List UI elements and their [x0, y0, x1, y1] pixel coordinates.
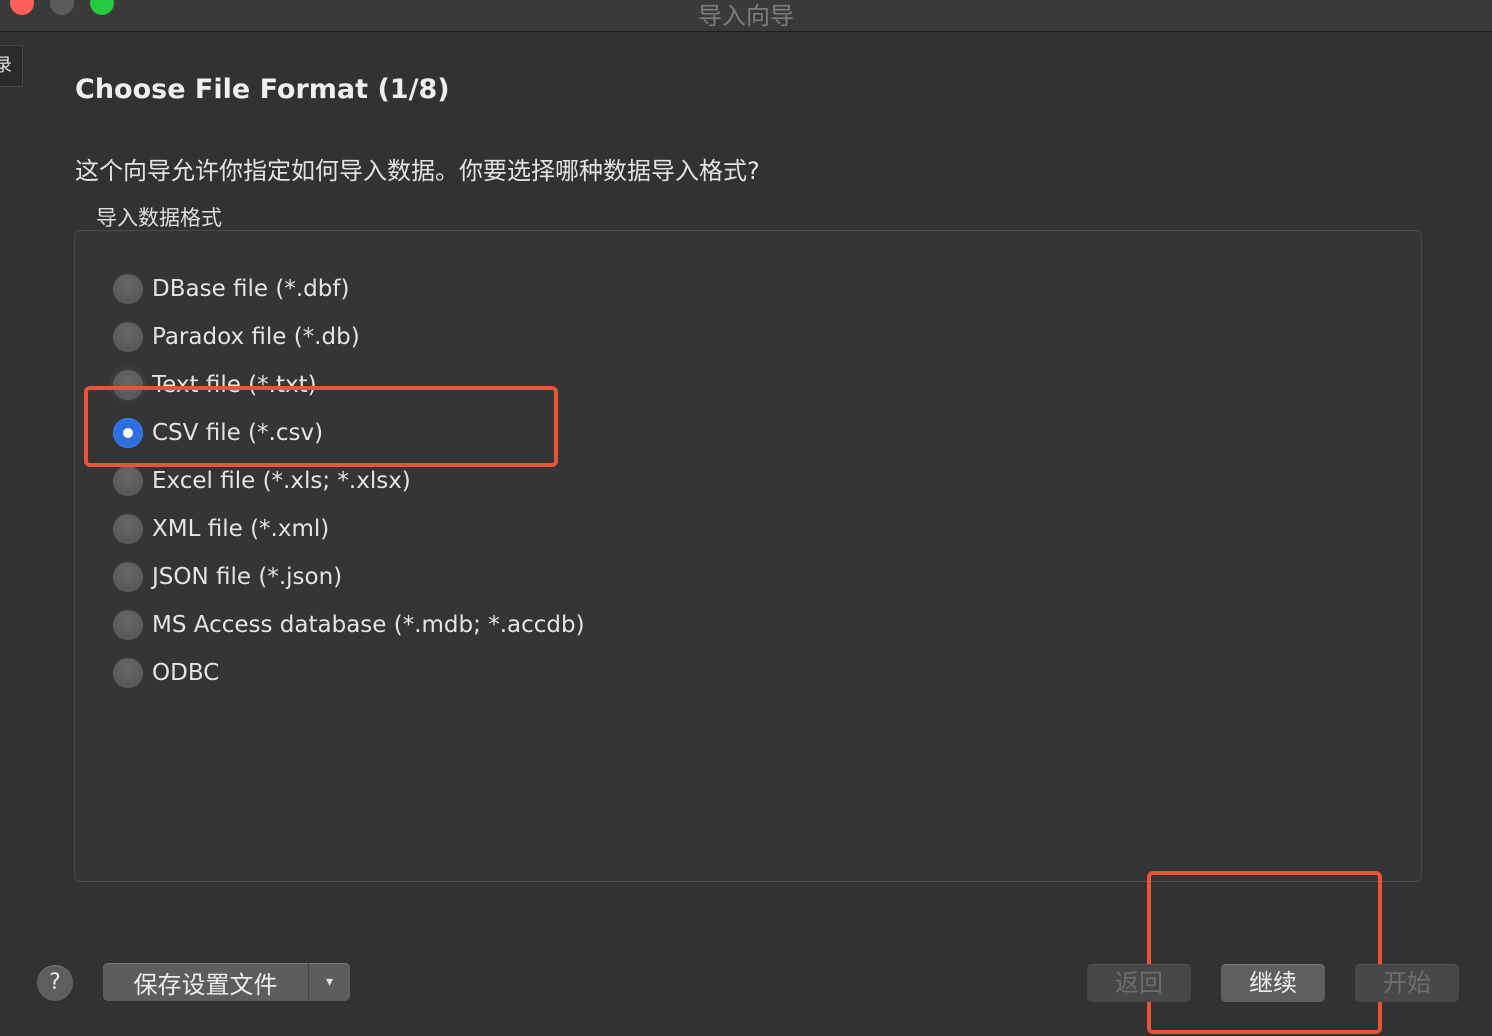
radio-option-text[interactable]: Text file (*.txt) — [113, 368, 317, 402]
radio-button[interactable] — [113, 466, 143, 496]
radio-option-odbc[interactable]: ODBC — [113, 656, 219, 690]
format-group-label: 导入数据格式 — [96, 206, 222, 230]
radio-label: XML file (*.xml) — [152, 516, 330, 542]
radio-option-csv[interactable]: CSV file (*.csv) — [113, 416, 323, 450]
radio-button[interactable] — [113, 322, 143, 352]
radio-label: Text file (*.txt) — [152, 372, 317, 398]
radio-option-xml[interactable]: XML file (*.xml) — [113, 512, 329, 546]
radio-option-paradox[interactable]: Paradox file (*.db) — [113, 320, 360, 354]
radio-label: ODBC — [152, 660, 220, 686]
continue-annotation-box — [1147, 871, 1382, 1034]
radio-option-dbase[interactable]: DBase file (*.dbf) — [113, 272, 349, 306]
continue-button[interactable]: 继续 — [1221, 964, 1325, 1002]
help-button[interactable]: ? — [37, 965, 73, 1001]
radio-label: JSON file (*.json) — [152, 564, 343, 590]
chevron-down-icon[interactable]: ▾ — [309, 974, 350, 990]
radio-label: Paradox file (*.db) — [152, 324, 360, 350]
radio-button[interactable] — [113, 274, 143, 304]
radio-option-excel[interactable]: Excel file (*.xls; *.xlsx) — [113, 464, 411, 498]
side-tab[interactable]: 录 — [0, 45, 23, 87]
save-settings-button[interactable]: 保存设置文件 ▾ — [103, 963, 350, 1001]
start-button[interactable]: 开始 — [1355, 964, 1459, 1002]
radio-button-selected[interactable] — [113, 418, 143, 448]
radio-option-ms-access[interactable]: MS Access database (*.mdb; *.accdb) — [113, 608, 585, 642]
radio-option-json[interactable]: JSON file (*.json) — [113, 560, 342, 594]
page-description: 这个向导允许你指定如何导入数据。你要选择哪种数据导入格式? — [75, 157, 760, 185]
radio-button[interactable] — [113, 514, 143, 544]
back-button[interactable]: 返回 — [1087, 964, 1191, 1002]
radio-button[interactable] — [113, 610, 143, 640]
page-title: Choose File Format (1/8) — [75, 74, 450, 105]
radio-label: Excel file (*.xls; *.xlsx) — [152, 468, 411, 494]
radio-button[interactable] — [113, 562, 143, 592]
radio-button[interactable] — [113, 658, 143, 688]
window-title: 导入向导 — [698, 2, 794, 30]
radio-label: DBase file (*.dbf) — [152, 276, 350, 302]
save-settings-label: 保存设置文件 — [133, 970, 278, 999]
radio-button[interactable] — [113, 370, 143, 400]
radio-label: CSV file (*.csv) — [152, 420, 324, 446]
radio-label: MS Access database (*.mdb; *.accdb) — [152, 612, 585, 638]
title-bar: 导入向导 — [0, 0, 1492, 32]
